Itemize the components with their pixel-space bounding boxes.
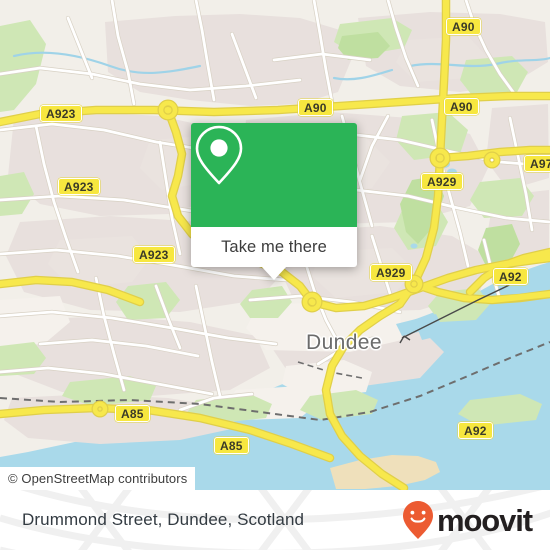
road-shield-a90[interactable]: A90 xyxy=(444,98,479,115)
location-popup-card[interactable]: Take me there xyxy=(191,123,357,280)
road-shield-a972[interactable]: A972 xyxy=(524,155,550,172)
road-shield-a92[interactable]: A92 xyxy=(458,422,493,439)
popup-pointer-tail xyxy=(261,266,287,280)
map-canvas[interactable]: Dundee A90 A923 A90 A90 A972 A923 A929 A… xyxy=(0,0,550,490)
popup-action-bar[interactable]: Take me there xyxy=(191,227,357,280)
osm-attribution[interactable]: © OpenStreetMap contributors xyxy=(0,467,196,490)
road-shield-a85[interactable]: A85 xyxy=(214,437,249,454)
road-shield-a90[interactable]: A90 xyxy=(446,18,481,35)
take-me-there-label: Take me there xyxy=(221,237,327,256)
osm-attribution-text: © OpenStreetMap contributors xyxy=(8,471,188,486)
location-title: Drummond Street, Dundee, Scotland xyxy=(22,510,305,529)
popup-header xyxy=(191,123,357,227)
road-shield-a929[interactable]: A929 xyxy=(421,173,463,190)
road-shield-a90[interactable]: A90 xyxy=(298,99,333,116)
screenshot-root: Dundee A90 A923 A90 A90 A972 A923 A929 A… xyxy=(0,0,550,550)
footer-bar: Drummond Street, Dundee, Scotland moovit xyxy=(0,490,550,550)
road-shield-a923[interactable]: A923 xyxy=(58,178,100,195)
road-shield-a923[interactable]: A923 xyxy=(40,105,82,122)
moovit-smiley-pin-icon xyxy=(402,501,433,539)
moovit-logo[interactable]: moovit xyxy=(401,500,533,540)
road-shield-a929[interactable]: A929 xyxy=(370,264,412,281)
moovit-wordmark: moovit xyxy=(436,502,533,538)
road-shield-a923[interactable]: A923 xyxy=(133,246,175,263)
road-shield-a92[interactable]: A92 xyxy=(493,268,528,285)
road-shield-a85[interactable]: A85 xyxy=(115,405,150,422)
map-pin-icon xyxy=(195,125,243,185)
